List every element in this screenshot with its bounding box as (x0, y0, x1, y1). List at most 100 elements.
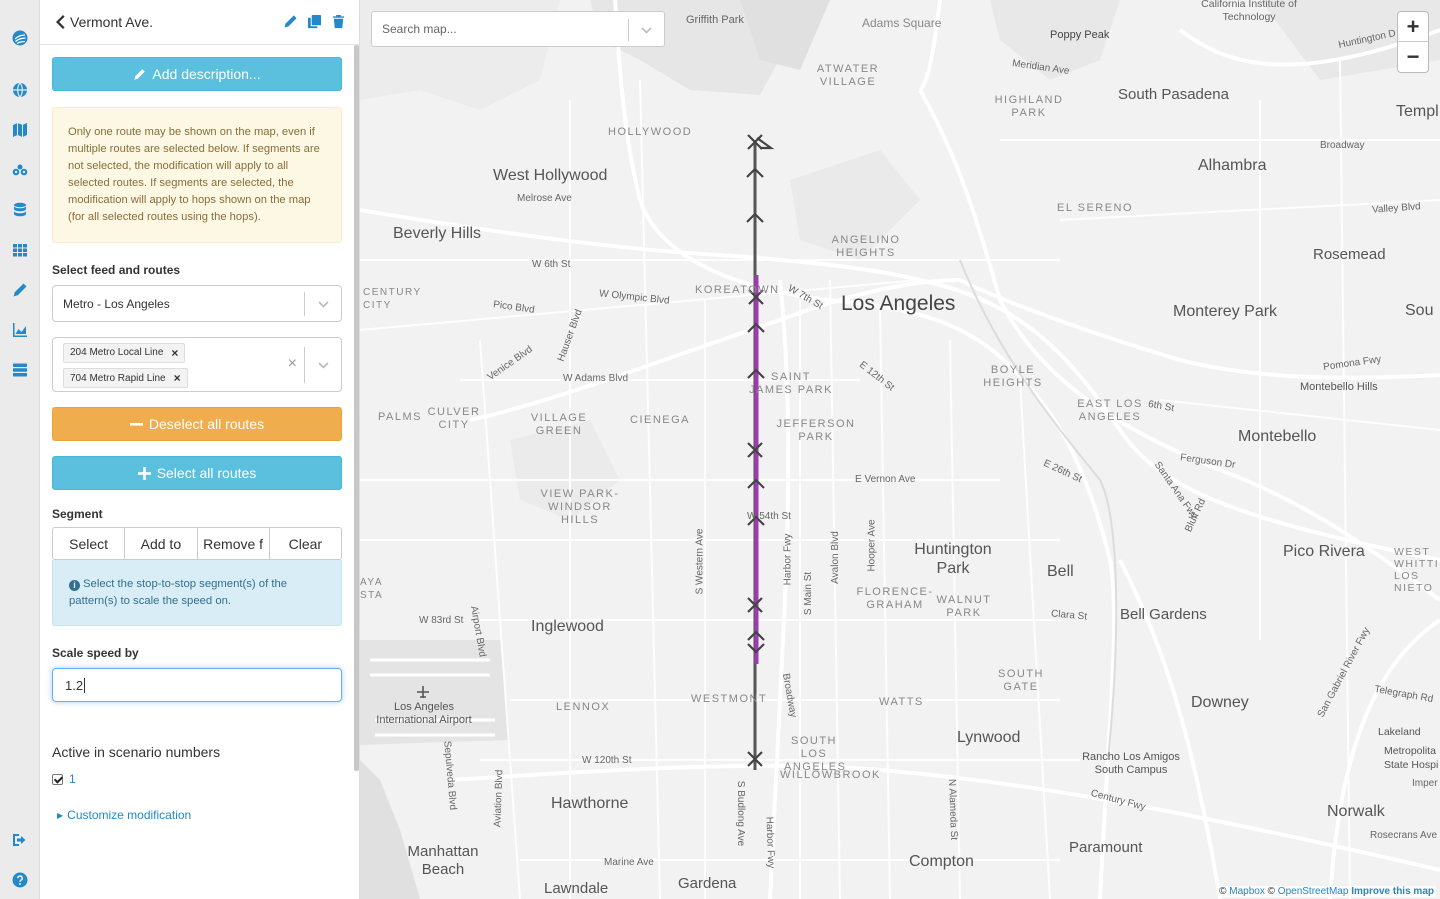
map-label: WALNUT PARK (936, 594, 992, 619)
scale-speed-label: Scale speed by (52, 646, 139, 660)
clear-all-icon[interactable]: × (288, 355, 297, 373)
help-icon[interactable] (0, 868, 40, 892)
scenario-number: 1 (69, 772, 76, 786)
chevron-left-icon (56, 15, 65, 29)
map-label: HOLLYWOOD (608, 126, 693, 138)
map-label: Montebello Hills (1300, 381, 1378, 393)
server-icon[interactable] (0, 358, 40, 382)
panel-header: Vermont Ave. (40, 0, 359, 45)
panel-scrollbar[interactable] (354, 45, 359, 771)
route-line[interactable] (753, 140, 759, 770)
modification-title: Vermont Ave. (70, 14, 154, 30)
map-label: Rancho Los Amigos South Campus (1082, 751, 1180, 776)
chart-icon[interactable] (0, 318, 40, 342)
deselect-all-routes-button[interactable]: Deselect all routes (52, 407, 342, 441)
feed-select[interactable]: Metro - Los Angeles (52, 285, 342, 322)
map-label: Pico Rivera (1283, 543, 1365, 560)
map-label: Hooper Ave (866, 519, 878, 572)
map-label: Broadway (1320, 140, 1365, 151)
modification-panel: Vermont Ave. Add description... Only one… (40, 0, 360, 899)
map-search-placeholder: Search map... (382, 22, 457, 36)
routes-multiselect[interactable]: 204 Metro Local Line × 704 Metro Rapid Li… (52, 337, 342, 392)
database-icon[interactable] (0, 198, 40, 222)
customize-modification-link[interactable]: ▶ Customize modification (52, 808, 341, 822)
map-label: HIGHLAND PARK (994, 94, 1064, 119)
map-label: Norwalk (1327, 803, 1385, 820)
text-caret (84, 677, 86, 693)
globe-icon[interactable] (0, 78, 40, 102)
map-label: Melrose Ave (517, 193, 572, 204)
map-icon[interactable] (0, 118, 40, 142)
map-label: South Pasadena (1118, 86, 1229, 103)
map-label: Downey (1191, 694, 1249, 711)
delete-icon[interactable] (331, 14, 347, 30)
map-label: Bell (1047, 563, 1074, 580)
map-label: VIEW PARK-WINDSOR HILLS (540, 488, 620, 526)
map-label: West Hollywood (493, 167, 608, 184)
map-view[interactable]: Griffith Park Adams Square California In… (360, 0, 1440, 899)
map-label: ATWATER VILLAGE (816, 63, 880, 88)
feed-routes-label: Select feed and routes (52, 263, 181, 277)
segment-label: Segment (52, 507, 103, 521)
remove-tag-icon[interactable]: × (171, 346, 178, 360)
map-label: Templ (1396, 103, 1439, 120)
copy-icon[interactable] (307, 14, 323, 30)
add-description-label: Add description... (152, 66, 261, 82)
add-description-button[interactable]: Add description... (52, 57, 342, 91)
map-label: Gardena (678, 875, 737, 892)
map-label: Rosemead (1313, 246, 1386, 263)
zoom-control: + − (1397, 11, 1429, 73)
edit-name-icon[interactable] (283, 14, 299, 30)
map-label: JEFFERSON PARK (776, 418, 856, 443)
map-search-input[interactable]: Search map... (371, 11, 665, 47)
map-label: WILLOWBROOK (780, 769, 881, 781)
map-label: Aviation Blvd (492, 769, 506, 828)
map-label: ANGELINO HEIGHTS (831, 234, 901, 259)
pencil-icon (134, 68, 146, 80)
segment-remove-button[interactable]: Remove f (196, 527, 270, 560)
basemap (360, 0, 1440, 899)
osm-link[interactable]: OpenStreetMap (1278, 886, 1349, 897)
info-icon: i (69, 580, 80, 591)
zoom-in-button[interactable]: + (1398, 12, 1428, 42)
pencil-icon[interactable] (0, 278, 40, 302)
chevron-down-icon (317, 300, 329, 308)
segment-button-group: Select Add to Remove f Clear (52, 527, 342, 560)
map-label: KOREATOWN (695, 284, 780, 296)
segment-select-button[interactable]: Select (52, 527, 126, 560)
remove-tag-icon[interactable]: × (174, 371, 181, 385)
back-button[interactable]: Vermont Ave. (56, 14, 153, 30)
map-label: CULVER CITY (427, 406, 481, 431)
map-label: Imper (1412, 778, 1438, 789)
mapbox-link[interactable]: Mapbox (1229, 886, 1265, 897)
map-label: Lakeland (1378, 726, 1421, 738)
zoom-out-button[interactable]: − (1398, 42, 1428, 72)
map-label: Sou (1405, 302, 1434, 319)
logout-icon[interactable] (0, 828, 40, 852)
map-label: Montebello (1238, 428, 1317, 445)
map-label: Adams Square (862, 16, 942, 30)
grid-icon[interactable] (0, 238, 40, 262)
map-label: PALMS (378, 411, 422, 423)
map-label: LENNOX (556, 701, 611, 713)
map-label: EL SERENO (1057, 202, 1134, 214)
scenario-checkbox[interactable] (52, 773, 63, 785)
bike-network-icon[interactable] (0, 158, 40, 182)
map-label: S Western Ave (694, 528, 706, 595)
map-label: Los Angeles (841, 292, 956, 315)
map-label: Beverly Hills (393, 225, 482, 242)
chevron-down-icon (317, 361, 329, 369)
select-all-routes-button[interactable]: Select all routes (52, 456, 342, 490)
improve-map-link[interactable]: Improve this map (1351, 886, 1434, 897)
logo-icon[interactable] (0, 26, 40, 50)
route-tag: 704 Metro Rapid Line × (63, 368, 188, 388)
map-label: California Institute of Technology (1201, 0, 1297, 23)
plus-icon (137, 466, 151, 480)
scale-speed-input[interactable]: 1.2 (52, 668, 342, 702)
segment-clear-button[interactable]: Clear (268, 527, 342, 560)
segment-add-button[interactable]: Add to (124, 527, 198, 560)
map-label: W Adams Blvd (563, 373, 629, 384)
map-attribution: © Mapbox © OpenStreetMap Improve this ma… (1217, 886, 1436, 897)
map-label: Bell Gardens (1120, 606, 1207, 623)
map-label: Avalon Blvd (829, 531, 841, 584)
